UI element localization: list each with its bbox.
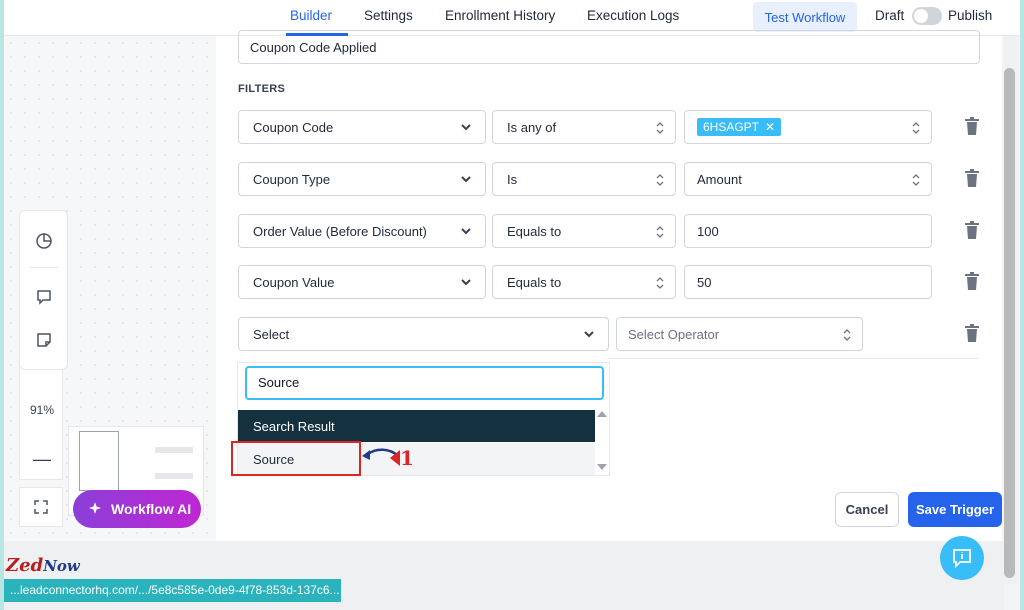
- analytics-pie-icon[interactable]: [32, 229, 56, 253]
- updown-icon: [912, 122, 920, 134]
- updown-icon: [912, 174, 920, 186]
- scroll-up-arrow-icon[interactable]: [597, 411, 607, 417]
- comment-icon[interactable]: [32, 285, 56, 309]
- fullscreen-button[interactable]: [19, 487, 63, 527]
- trigger-name-input[interactable]: Coupon Code Applied: [238, 30, 980, 64]
- updown-icon: [656, 226, 664, 238]
- chevron-down-icon: [461, 176, 471, 183]
- chat-info-icon: [953, 549, 971, 569]
- status-bar-url: ...leadconnectorhq.com/.../5e8c585e-0de9…: [4, 579, 341, 602]
- filter-value: 100: [697, 223, 719, 239]
- updown-icon: [843, 329, 851, 341]
- filter-operator-value: Equals to: [507, 274, 562, 290]
- toggle-knob: [914, 9, 928, 23]
- new-filter-field-select[interactable]: Select: [238, 317, 609, 351]
- sparkle-icon: [89, 502, 101, 514]
- delete-filter-trash-icon[interactable]: [964, 221, 980, 239]
- annotation-highlight-box: [231, 441, 361, 476]
- test-workflow-button[interactable]: Test Workflow: [753, 2, 857, 32]
- search-result-header: Search Result: [238, 410, 595, 442]
- filter-field-value: Order Value (Before Discount): [253, 223, 427, 239]
- help-chat-button[interactable]: [940, 536, 984, 580]
- expand-icon: [34, 500, 48, 514]
- canvas-toolbar: [19, 210, 68, 370]
- minimap-bar: [155, 447, 193, 453]
- delete-filter-trash-icon[interactable]: [964, 324, 980, 342]
- filter-field-select[interactable]: Coupon Type: [238, 162, 486, 196]
- filter-value-multiselect[interactable]: 6HSAGPT ✕: [684, 110, 932, 144]
- filter-value-select[interactable]: Amount: [684, 162, 932, 196]
- filters-heading: FILTERS: [238, 83, 286, 95]
- dropdown-search-input[interactable]: Source: [245, 366, 604, 400]
- filter-field-select[interactable]: Order Value (Before Discount): [238, 214, 486, 248]
- delete-filter-trash-icon[interactable]: [964, 169, 980, 187]
- tab-execution-logs[interactable]: Execution Logs: [587, 8, 679, 23]
- filter-operator-select[interactable]: Equals to: [492, 214, 676, 248]
- workflow-ai-label: Workflow AI: [111, 501, 192, 517]
- draft-label: Draft: [875, 8, 905, 23]
- sticky-note-icon[interactable]: [32, 328, 56, 352]
- zoom-out-button[interactable]: —: [20, 449, 64, 470]
- chevron-down-icon: [584, 331, 594, 338]
- window-frame-right: [1020, 0, 1024, 610]
- tab-enrollment-history[interactable]: Enrollment History: [445, 8, 555, 23]
- filter-operator-value: Is: [507, 171, 518, 187]
- value-tag-label: 6HSAGPT: [703, 120, 760, 134]
- new-filter-operator-placeholder: Select Operator: [628, 326, 720, 342]
- updown-icon: [656, 122, 664, 134]
- filter-value: 50: [697, 274, 712, 290]
- new-filter-operator-select[interactable]: Select Operator: [616, 317, 863, 351]
- updown-icon: [656, 174, 664, 186]
- chevron-down-icon: [461, 279, 471, 286]
- workflow-ai-button[interactable]: Workflow AI: [73, 490, 201, 528]
- filter-field-value: Coupon Value: [253, 274, 335, 290]
- filter-value: Amount: [697, 171, 742, 187]
- filter-value-input[interactable]: 100: [684, 214, 932, 248]
- chevron-down-icon: [461, 228, 471, 235]
- scroll-down-arrow-icon[interactable]: [597, 464, 607, 470]
- publish-label: Publish: [948, 8, 993, 23]
- delete-filter-trash-icon[interactable]: [964, 272, 980, 290]
- filter-field-select[interactable]: Coupon Code: [238, 110, 486, 144]
- scrollbar-thumb[interactable]: [1004, 68, 1015, 578]
- cancel-button[interactable]: Cancel: [835, 492, 899, 527]
- filter-field-value: Coupon Code: [253, 119, 334, 135]
- filter-operator-value: Equals to: [507, 223, 562, 239]
- annotation-step-number: 1: [400, 446, 414, 470]
- delete-filter-trash-icon[interactable]: [964, 117, 980, 135]
- value-tag: 6HSAGPT ✕: [697, 118, 782, 136]
- filter-field-select[interactable]: Coupon Value: [238, 265, 486, 299]
- filter-value-input[interactable]: 50: [684, 265, 932, 299]
- filter-operator-value: Is any of: [507, 119, 557, 135]
- annotation-arrow-icon: [362, 448, 400, 466]
- publish-toggle[interactable]: [912, 7, 942, 25]
- new-filter-field-placeholder: Select: [253, 326, 290, 342]
- zoom-controls: 91% —: [19, 360, 63, 480]
- tab-settings[interactable]: Settings: [364, 8, 413, 23]
- filter-operator-select[interactable]: Is: [492, 162, 676, 196]
- tab-builder[interactable]: Builder: [290, 8, 332, 23]
- filter-operator-select[interactable]: Is any of: [492, 110, 676, 144]
- minimap-bar: [155, 473, 193, 479]
- zoom-level: 91%: [29, 403, 55, 417]
- minimap-node: [79, 431, 119, 491]
- save-trigger-button[interactable]: Save Trigger: [908, 492, 1002, 527]
- updown-icon: [656, 277, 664, 289]
- remove-tag-icon[interactable]: ✕: [765, 120, 775, 134]
- toolbar-divider: [30, 267, 58, 268]
- filter-operator-select[interactable]: Equals to: [492, 265, 676, 299]
- watermark-logo: ZedNow: [6, 555, 80, 576]
- chevron-down-icon: [461, 124, 471, 131]
- filter-field-value: Coupon Type: [253, 171, 331, 187]
- divider: [608, 358, 978, 359]
